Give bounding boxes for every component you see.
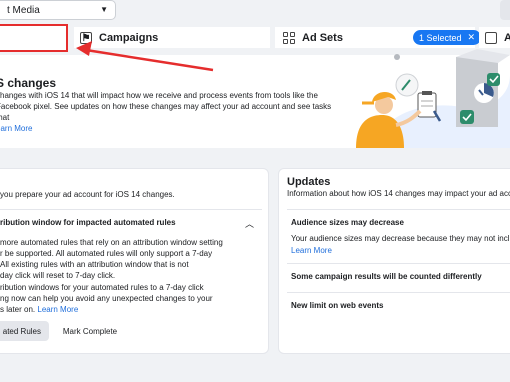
update-item-title[interactable]: Audience sizes may decrease: [291, 218, 404, 227]
task-heading: ribution window for impacted automated r…: [0, 218, 176, 227]
mark-complete-button[interactable]: Mark Complete: [56, 321, 124, 341]
divider: [0, 209, 262, 210]
divider: [287, 292, 510, 293]
tab-campaigns-label: Campaigns: [99, 31, 159, 44]
ads-icon: [485, 31, 497, 44]
chevron-down-icon: ▼: [100, 5, 108, 14]
divider: [287, 209, 510, 210]
task-line: ribution windows for your automated rule…: [0, 283, 204, 292]
update-item-text: Your audience sizes may decrease because…: [291, 234, 510, 243]
update-learn-more-link[interactable]: Learn More: [291, 245, 510, 257]
task-line: r be supported. All automated rules will…: [0, 249, 213, 258]
task-paragraph-2: ribution windows for your automated rule…: [0, 282, 228, 315]
banner-body-line: Facebook pixel. See updates on how these…: [0, 102, 332, 122]
grid-icon: [283, 31, 295, 44]
update-item-body: Your audience sizes may decrease because…: [291, 233, 510, 257]
task-paragraph-1: more automated rules that rely on an att…: [0, 237, 228, 281]
automated-rules-button[interactable]: ated Rules: [0, 321, 49, 341]
task-line: s later on.: [0, 305, 36, 314]
divider: [287, 263, 510, 264]
account-selector-value: t Media: [7, 4, 40, 16]
close-icon[interactable]: ✕: [468, 32, 476, 43]
ios14-illustration: [356, 49, 510, 148]
tab-account-overview-highlighted[interactable]: [0, 24, 68, 52]
account-selector[interactable]: t Media ▼: [0, 0, 116, 20]
banner-learn-more-link[interactable]: earn More: [0, 124, 32, 133]
top-right-button[interactable]: [500, 0, 510, 20]
task-line: All existing rules with an attribution w…: [0, 260, 189, 269]
banner-title: S changes: [0, 76, 57, 90]
tab-adsets-label: Ad Sets: [302, 31, 343, 44]
update-item-title[interactable]: Some campaign results will be counted di…: [291, 272, 482, 281]
selected-badge[interactable]: 1 Selected ✕: [413, 30, 482, 45]
task-line: day click will reset to 7-day click.: [0, 271, 116, 280]
banner-body: changes with iOS 14 that will impact how…: [0, 90, 341, 134]
selected-badge-label: 1 Selected: [419, 32, 462, 43]
update-item-title[interactable]: New limit on web events: [291, 301, 383, 310]
task-line: ng now can help you avoid any unexpected…: [0, 294, 213, 303]
tab-campaigns[interactable]: ⚑ Campaigns: [74, 27, 270, 48]
updates-title: Updates: [287, 176, 331, 188]
task-line: more automated rules that rely on an att…: [0, 238, 223, 247]
updates-subtitle: Information about how iOS 14 changes may…: [287, 189, 510, 198]
task-learn-more-link[interactable]: Learn More: [37, 305, 78, 314]
tasks-intro: you prepare your ad account for iOS 14 c…: [0, 190, 175, 199]
banner-body-line: changes with iOS 14 that will impact how…: [0, 91, 318, 100]
campaigns-icon: ⚑: [80, 31, 92, 44]
chevron-up-icon[interactable]: ︿: [245, 217, 254, 230]
tab-ads-label: Ac: [504, 31, 510, 44]
